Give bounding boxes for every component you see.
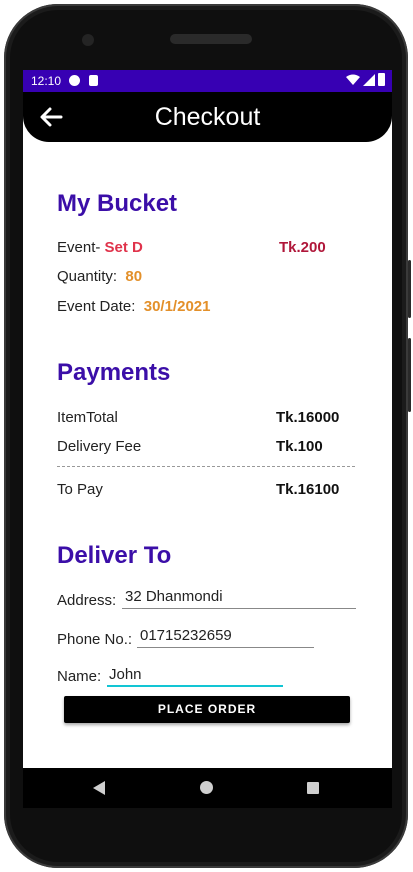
phone-underline: [137, 647, 314, 648]
app-screen: 12:10 Checkout My Bucket Event- Set D Tk…: [23, 70, 392, 808]
status-bar: 12:10: [23, 70, 392, 92]
front-camera: [82, 34, 94, 46]
name-field[interactable]: John: [109, 666, 142, 683]
quantity-value: 80: [125, 268, 143, 285]
date-label: Event Date:: [57, 298, 136, 315]
payments-heading: Payments: [57, 359, 171, 386]
event-price: Tk.200: [279, 239, 326, 256]
event-value: Set D: [104, 239, 143, 256]
payments-divider: [57, 466, 355, 467]
nav-back-icon[interactable]: [93, 781, 105, 795]
signal-icon: [363, 73, 375, 86]
delivery-fee-label: Delivery Fee: [57, 438, 142, 455]
system-nav-bar: [23, 768, 392, 808]
event-label: Event-: [57, 239, 101, 256]
speaker-grille: [170, 34, 252, 44]
quantity-row: Quantity: 80: [57, 268, 142, 285]
date-row: Event Date: 30/1/2021: [57, 298, 210, 315]
to-pay-label: To Pay: [57, 481, 103, 498]
address-underline: [122, 608, 356, 609]
bucket-heading: My Bucket: [57, 190, 178, 217]
app-bar: Checkout: [23, 92, 392, 142]
battery-icon: [378, 73, 385, 86]
nav-recents-icon[interactable]: [307, 782, 319, 794]
power-button: [408, 260, 411, 318]
phone-label: Phone No.:: [57, 631, 133, 648]
deliver-heading: Deliver To: [57, 542, 172, 569]
name-underline: [107, 685, 283, 687]
item-total-value: Tk.16000: [276, 409, 340, 426]
sd-card-icon: [89, 75, 98, 86]
place-order-button[interactable]: PLACE ORDER: [64, 696, 350, 723]
notification-icon: [69, 75, 80, 86]
nav-home-icon[interactable]: [200, 781, 213, 794]
item-total-label: ItemTotal: [57, 409, 118, 426]
address-label: Address:: [57, 592, 117, 609]
delivery-fee-value: Tk.100: [276, 438, 323, 455]
address-field[interactable]: 32 Dhanmondi: [125, 588, 223, 605]
wifi-icon: [346, 74, 360, 85]
date-value: 30/1/2021: [143, 298, 211, 315]
name-label: Name:: [57, 668, 102, 685]
page-title: Checkout: [154, 103, 261, 131]
to-pay-value: Tk.16100: [276, 481, 340, 498]
event-row: Event- Set D: [57, 239, 143, 256]
quantity-label: Quantity:: [57, 268, 118, 285]
phone-field[interactable]: 01715232659: [140, 627, 232, 644]
status-time: 12:10: [31, 74, 62, 88]
volume-button: [408, 338, 411, 412]
